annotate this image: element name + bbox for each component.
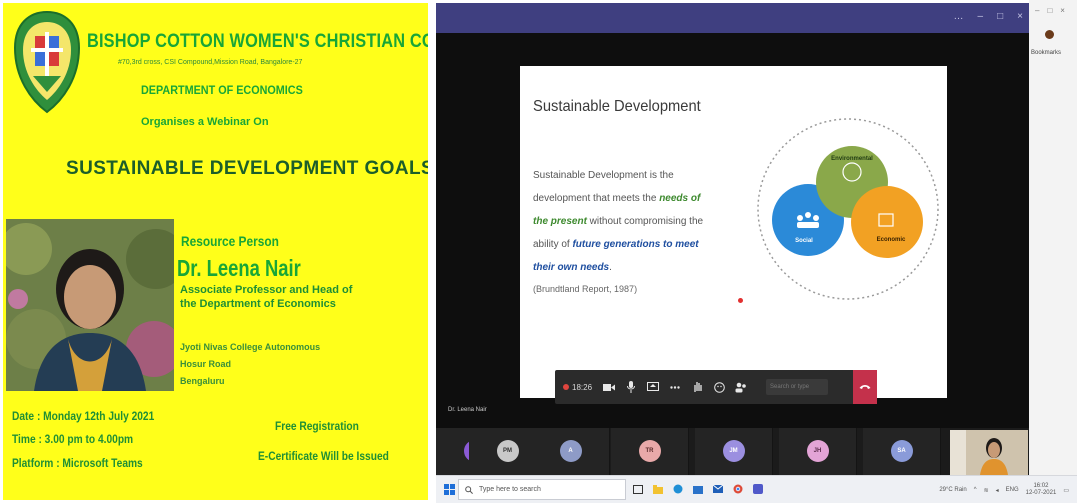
language-indicator[interactable]: ENG — [1006, 487, 1019, 493]
more-icon[interactable] — [664, 370, 686, 404]
avatar: A — [559, 440, 582, 462]
minimize-icon[interactable]: – — [1035, 6, 1039, 15]
share-icon[interactable] — [642, 370, 664, 404]
teams-window: … – □ × Sustainable Development Sustaina… — [436, 3, 1029, 475]
search-icon — [465, 485, 473, 494]
webinar-poster: BISHOP COTTON WOMEN'S CHRISTIAN COLLEGE … — [3, 3, 428, 500]
weather-text[interactable]: 29°C Rain — [939, 487, 966, 493]
shared-slide: Sustainable Development Sustainable Deve… — [520, 66, 947, 398]
department-name: DEPARTMENT OF ECONOMICS — [141, 83, 303, 97]
participant-tile[interactable]: SA — [863, 428, 941, 475]
participant-tile[interactable]: JM — [695, 428, 773, 475]
clock[interactable]: 16:02 12-07-2021 — [1026, 483, 1057, 497]
college-name: BISHOP COTTON WOMEN'S CHRISTIAN COLLEGE — [87, 31, 428, 52]
college-crest-icon — [13, 10, 81, 114]
meeting-search-input[interactable]: Search or type — [766, 379, 829, 395]
slide-body: Sustainable Development is the developme… — [533, 164, 713, 279]
browser-window-controls: – □ × — [1035, 6, 1065, 15]
reactions-icon[interactable] — [708, 370, 730, 404]
presenter-label: Dr. Leena Nair — [448, 407, 487, 413]
task-view-icon[interactable] — [632, 481, 643, 497]
browser-edge: – □ × Bookmarks — [1029, 0, 1077, 475]
recording-dot-icon — [563, 384, 569, 390]
taskbar-apps — [632, 481, 763, 497]
maximize-icon[interactable]: □ — [1047, 6, 1052, 15]
sustainability-venn-diagram: Environmental Social Economic — [757, 118, 939, 300]
edge-icon[interactable] — [672, 481, 683, 497]
timer-text: 18:26 — [572, 382, 593, 392]
slide-body-text: Sustainable Development is the developme… — [533, 170, 674, 204]
taskbar-search-input[interactable]: Type here to search — [458, 479, 626, 500]
close-icon[interactable]: × — [1017, 11, 1023, 22]
mic-icon[interactable] — [620, 370, 642, 404]
meeting-stage: Sustainable Development Sustainable Deve… — [436, 33, 1029, 428]
registration-note: Free Registration — [275, 419, 359, 433]
teams-icon[interactable] — [752, 481, 763, 497]
venn-label-social: Social — [795, 238, 813, 244]
participants-icon[interactable] — [730, 370, 752, 404]
slide-citation: (Brundtland Report, 1987) — [533, 284, 638, 294]
webinar-title: SUSTAINABLE DEVELOPMENT GOALS — [66, 158, 428, 179]
organises-line: Organises a Webinar On — [141, 116, 269, 128]
windows-start-icon[interactable] — [444, 484, 455, 495]
bookmarks-label[interactable]: Bookmarks — [1031, 50, 1061, 56]
minimize-icon[interactable]: – — [978, 11, 984, 22]
taskbar-search-placeholder: Type here to search — [479, 486, 541, 493]
webinar-time: Time : 3.00 pm to 4.00pm — [12, 432, 134, 446]
windows-taskbar: Type here to search 29°C Rain ^ ≋ ◂ ENG … — [436, 475, 1077, 503]
volume-icon[interactable]: ◂ — [996, 487, 999, 494]
network-icon[interactable]: ≋ — [984, 487, 989, 494]
participant-tile[interactable]: TR — [611, 428, 689, 475]
resource-person-label: Resource Person — [181, 233, 279, 249]
institution-line: Jyoti Nivas College Autonomous — [180, 342, 321, 352]
maximize-icon[interactable]: □ — [997, 11, 1003, 22]
speaker-photo — [6, 219, 174, 391]
webinar-platform: Platform : Microsoft Teams — [12, 456, 143, 470]
participant-tile[interactable]: JH — [779, 428, 857, 475]
more-icon[interactable]: … — [954, 11, 964, 22]
laser-pointer — [738, 298, 743, 303]
speaker-designation: Associate Professor and Head of the Depa… — [180, 284, 353, 310]
chrome-icon[interactable] — [732, 481, 743, 497]
raise-hand-icon[interactable] — [686, 370, 708, 404]
video-icon[interactable] — [598, 370, 620, 404]
participant-tile[interactable]: A — [532, 428, 610, 475]
slide-title: Sustainable Development — [533, 98, 701, 115]
close-icon[interactable]: × — [1060, 6, 1065, 15]
presenter-video — [950, 430, 1028, 475]
avatar: JH — [806, 440, 829, 462]
webinar-date: Date : Monday 12th July 2021 — [12, 409, 155, 423]
avatar: SA — [890, 440, 913, 462]
chevron-up-icon[interactable]: ^ — [974, 487, 977, 493]
speaker-name: Dr. Leena Nair — [177, 255, 301, 281]
mail-icon[interactable] — [712, 481, 723, 497]
institution-line: Hosur Road — [180, 359, 232, 369]
college-address: #70,3rd cross, CSI Compound,Mission Road… — [118, 59, 303, 66]
recording-timer: 18:26 — [555, 383, 598, 392]
window-controls: … – □ × — [954, 11, 1023, 22]
slide-body-text: . — [609, 262, 612, 273]
teams-titlebar: … – □ × — [436, 3, 1029, 33]
profile-avatar[interactable] — [1045, 30, 1054, 39]
presenter-video-tile[interactable] — [950, 430, 1028, 475]
institution-line: Bengaluru — [180, 376, 225, 386]
participant-gallery: HS PM A TR JM JH SA — [436, 428, 1029, 475]
certificate-note: E-Certificate Will be Issued — [258, 449, 389, 463]
venn-economic-circle — [851, 186, 923, 258]
speaker-institution: Jyoti Nivas College Autonomous Hosur Roa… — [180, 339, 340, 390]
avatar: JM — [722, 440, 745, 462]
meeting-control-bar: 18:26 Search or type — [555, 370, 877, 404]
clock-date: 12-07-2021 — [1025, 490, 1057, 496]
avatar: PM — [496, 440, 519, 462]
venn-label-economic: Economic — [877, 237, 906, 243]
file-explorer-icon[interactable] — [652, 481, 663, 497]
venn-label-environmental: Environmental — [831, 156, 873, 162]
screen: BISHOP COTTON WOMEN'S CHRISTIAN COLLEGE … — [0, 0, 1077, 503]
system-tray: 29°C Rain ^ ≋ ◂ ENG 16:02 12-07-2021 ▭ — [939, 483, 1069, 497]
leave-call-button[interactable] — [853, 370, 877, 404]
clock-time: 16:02 — [1033, 483, 1049, 489]
avatar: TR — [638, 440, 661, 462]
notification-icon[interactable]: ▭ — [1063, 487, 1069, 494]
store-icon[interactable] — [692, 481, 703, 497]
